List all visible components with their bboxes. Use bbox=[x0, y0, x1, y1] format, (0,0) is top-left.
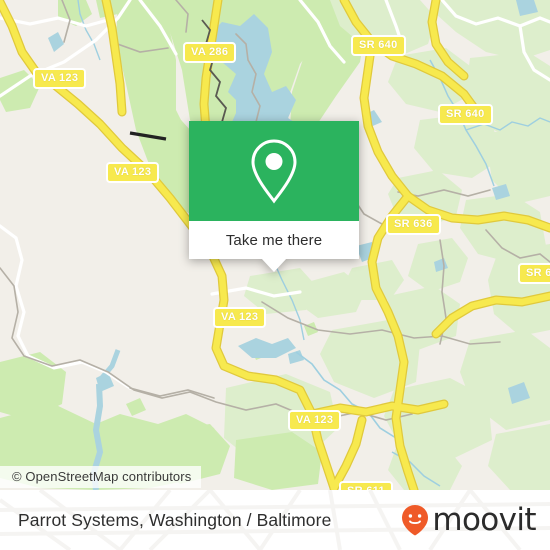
take-me-there-button[interactable]: Take me there bbox=[226, 232, 322, 249]
road-shield-sr611: SR 611 bbox=[339, 481, 393, 490]
moovit-logo[interactable]: moovit bbox=[400, 501, 537, 538]
popup-header bbox=[189, 121, 359, 221]
map-attribution[interactable]: © OpenStreetMap contributors bbox=[0, 466, 202, 488]
moovit-pin-icon bbox=[402, 505, 429, 536]
road-shield-va123-mid: VA 123 bbox=[213, 307, 267, 328]
popup-tail-pointer bbox=[261, 258, 287, 272]
popup-footer[interactable]: Take me there bbox=[189, 221, 359, 272]
road-shield-sr640-top: SR 640 bbox=[351, 35, 406, 56]
place-title: Parrot Systems, Washington / Baltimore bbox=[18, 509, 332, 530]
map-canvas[interactable]: VA 123 VA 286 SR 640 SR 640 VA 123 SR 63… bbox=[0, 0, 550, 490]
moovit-wordmark: moovit bbox=[432, 501, 536, 538]
road-shield-va123-south: VA 123 bbox=[288, 410, 342, 431]
road-shield-va286: VA 286 bbox=[183, 42, 237, 63]
map-pin-icon bbox=[251, 139, 297, 204]
location-popup-card[interactable]: Take me there bbox=[189, 121, 359, 272]
road-shield-sr640-right: SR 640 bbox=[438, 104, 493, 125]
bottom-info-bar: Parrot Systems, Washington / Baltimore m… bbox=[0, 490, 550, 550]
road-shield-va123-nw: VA 123 bbox=[33, 68, 87, 89]
road-shield-va123-west: VA 123 bbox=[106, 162, 160, 183]
road-shield-sr64-edge: SR 64 bbox=[518, 263, 550, 284]
map-screenshot: VA 123 VA 286 SR 640 SR 640 VA 123 SR 63… bbox=[0, 0, 550, 550]
road-shield-sr636: SR 636 bbox=[386, 214, 441, 235]
